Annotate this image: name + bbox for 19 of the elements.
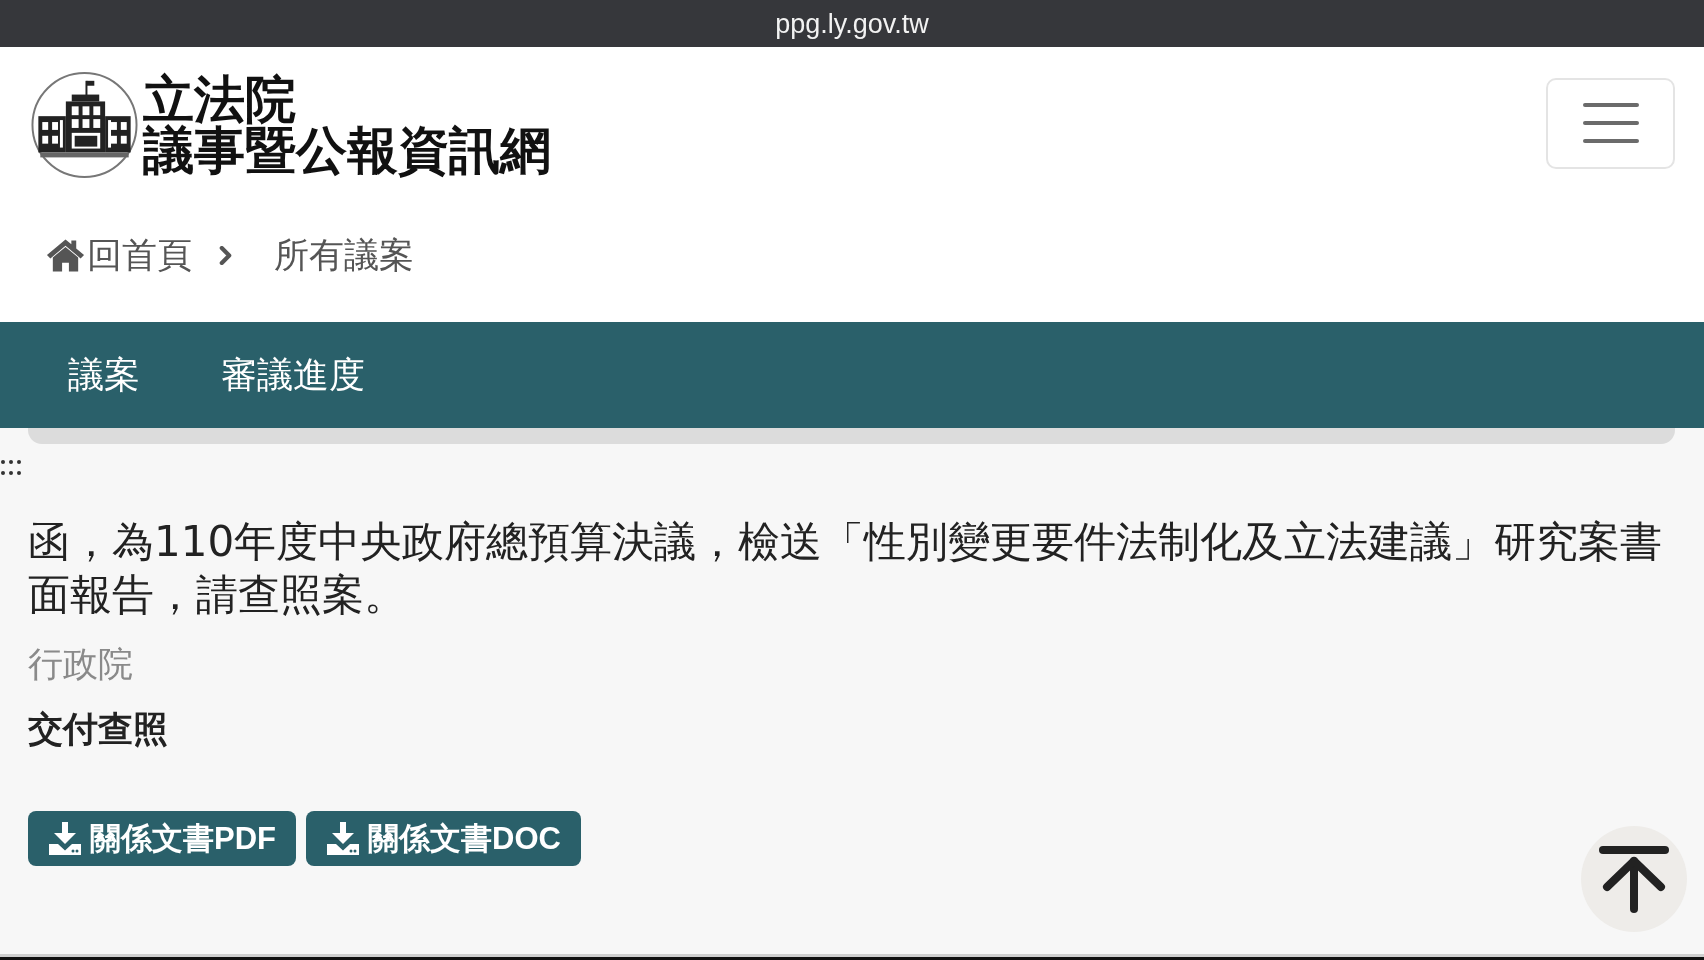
download-icon (327, 822, 359, 855)
chevron-right-icon (219, 245, 232, 265)
url-text: ppg.ly.gov.tw (775, 7, 929, 40)
download-icon (49, 822, 81, 855)
home-icon (46, 238, 85, 272)
proposer-name: 行政院 (28, 643, 134, 686)
tab[interactable]: 議案 (34, 322, 174, 428)
status-text: 交付查照 (28, 708, 169, 751)
download-button[interactable]: 關係文書PDF (28, 811, 296, 866)
breadcrumb-current: 所有議案 (274, 233, 414, 277)
tab[interactable]: 審議進度 (187, 322, 399, 428)
bill-title: 函，為110年度中央政府總預算決議，檢送「性別變更要件法制化及立法建議」研究案書面報告，請查照案。 (28, 516, 1664, 621)
menu-icon (1582, 102, 1639, 144)
download-button[interactable]: 關係文書DOC (306, 811, 581, 866)
site-title-line: 議事暨公報資訊網 (143, 125, 551, 176)
home-link[interactable]: 回首頁 (46, 231, 192, 279)
menu-button[interactable] (1546, 77, 1675, 169)
site-title-line: 立法院 (143, 74, 296, 125)
dots-icon (0, 458, 22, 477)
